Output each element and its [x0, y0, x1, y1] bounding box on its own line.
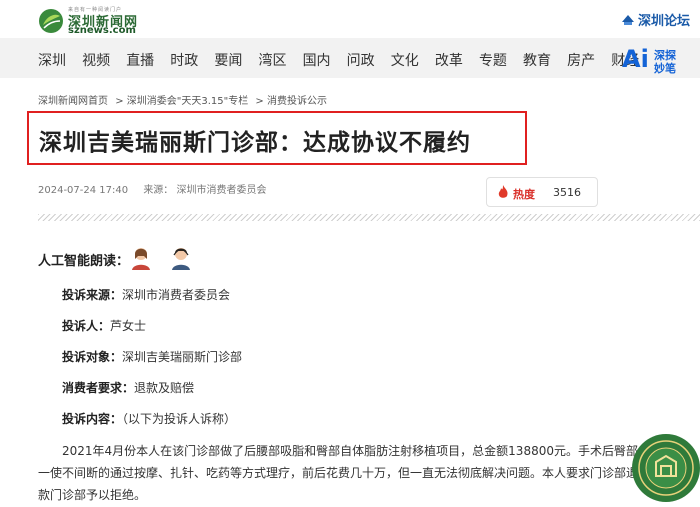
complaint-paragraph: 2021年4月份本人在该门诊部做了后腰部吸脂和臀部自体脂肪注射移植项目，总金额1…	[38, 440, 638, 506]
complaint-paragraph-text: 2021年4月份本人在该门诊部做了后腰部吸脂和臀部自体脂肪注射移植项目，总金额1…	[38, 444, 639, 502]
forum-link-label: 深圳论坛	[637, 14, 690, 29]
forum-link[interactable]: 深圳论坛	[621, 10, 690, 29]
breadcrumb-column[interactable]: > 深圳消委会"天天3.15"专栏	[115, 96, 248, 107]
article-source: 来源： 深圳市消费者委员会	[143, 185, 267, 196]
main-nav: 深圳 视频 直播 时政 要闻 湾区 国内 问政 文化 改革 专题 教育 房产 财…	[0, 38, 700, 78]
nav-item-live[interactable]: 直播	[126, 50, 154, 70]
male-voice-avatar-icon[interactable]	[170, 246, 192, 270]
forum-icon	[621, 15, 634, 25]
heat-badge: 热度 3516	[486, 177, 598, 207]
nav-item-topics[interactable]: 专题	[479, 50, 507, 70]
consumer-demand-key: 消费者要求：	[62, 381, 135, 395]
brand-line-2: 妙笔	[654, 62, 676, 75]
complaint-source-key: 投诉来源：	[62, 288, 123, 302]
complaint-target-row: 投诉对象：深圳吉美瑞丽斯门诊部	[62, 348, 242, 365]
complainant-value: 芦女士	[110, 319, 147, 333]
ai-brand-link[interactable]: Ai 深探 妙笔	[622, 45, 700, 75]
complaint-content-value: （以下为投诉人诉称）	[122, 412, 237, 426]
nav-item-domestic[interactable]: 国内	[303, 50, 331, 70]
consumer-council-seal-icon	[632, 434, 700, 502]
complaint-target-key: 投诉对象：	[62, 350, 123, 364]
complaint-source-value: 深圳市消费者委员会	[122, 288, 231, 302]
logo-english-text: sznews.com	[68, 25, 136, 36]
consumer-demand-row: 消费者要求：退款及赔偿	[62, 379, 194, 396]
nav-item-politics[interactable]: 时政	[170, 50, 198, 70]
nav-item-property[interactable]: 房产	[567, 50, 595, 70]
site-logo[interactable]: 来自有一种阅读门户 深圳新闻网 sznews.com	[38, 6, 158, 36]
title-highlight-box: 深圳吉美瑞丽斯门诊部：达成协议不履约	[27, 111, 527, 165]
complainant-row: 投诉人：芦女士	[62, 317, 146, 334]
complainant-key: 投诉人：	[62, 319, 111, 333]
divider	[38, 214, 700, 221]
nav-item-shenzhen[interactable]: 深圳	[38, 50, 66, 70]
nav-items: 深圳 视频 直播 时政 要闻 湾区 国内 问政 文化 改革 专题 教育 房产 财…	[38, 50, 650, 70]
breadcrumb: 深圳新闻网首页 > 深圳消委会"天天3.15"专栏 > 消费投诉公示	[38, 92, 331, 107]
nav-item-inquiry[interactable]: 问政	[347, 50, 375, 70]
heat-label: 热度	[513, 188, 535, 201]
complaint-target-value: 深圳吉美瑞丽斯门诊部	[122, 350, 243, 364]
ai-reader-label: 人工智能朗读：	[38, 254, 130, 269]
heat-value: 3516	[553, 186, 581, 199]
nav-item-education[interactable]: 教育	[523, 50, 551, 70]
article-meta: 2024-07-24 17:40 来源： 深圳市消费者委员会	[38, 181, 267, 196]
top-bar: 来自有一种阅读门户 深圳新闻网 sznews.com 深圳论坛	[0, 0, 700, 38]
nav-item-culture[interactable]: 文化	[391, 50, 419, 70]
consumer-demand-value: 退款及赔偿	[134, 381, 195, 395]
nav-item-reform[interactable]: 改革	[435, 50, 463, 70]
complaint-content-key: 投诉内容：	[62, 412, 123, 426]
nav-item-headlines[interactable]: 要闻	[214, 50, 242, 70]
article-title: 深圳吉美瑞丽斯门诊部：达成协议不履约	[39, 130, 471, 156]
fire-icon	[498, 185, 508, 198]
ai-brand-icon: Ai	[622, 45, 649, 73]
breadcrumb-home[interactable]: 深圳新闻网首页	[38, 96, 108, 107]
complaint-content-row: 投诉内容：（以下为投诉人诉称）	[62, 410, 236, 427]
publish-date: 2024-07-24 17:40	[38, 185, 129, 196]
nav-item-bay-area[interactable]: 湾区	[258, 50, 286, 70]
logo-leaf-icon	[39, 9, 63, 33]
female-voice-avatar-icon[interactable]	[130, 246, 152, 270]
complaint-source-row: 投诉来源：深圳市消费者委员会	[62, 286, 230, 303]
nav-item-video[interactable]: 视频	[82, 50, 110, 70]
breadcrumb-current[interactable]: > 消费投诉公示	[255, 96, 327, 107]
